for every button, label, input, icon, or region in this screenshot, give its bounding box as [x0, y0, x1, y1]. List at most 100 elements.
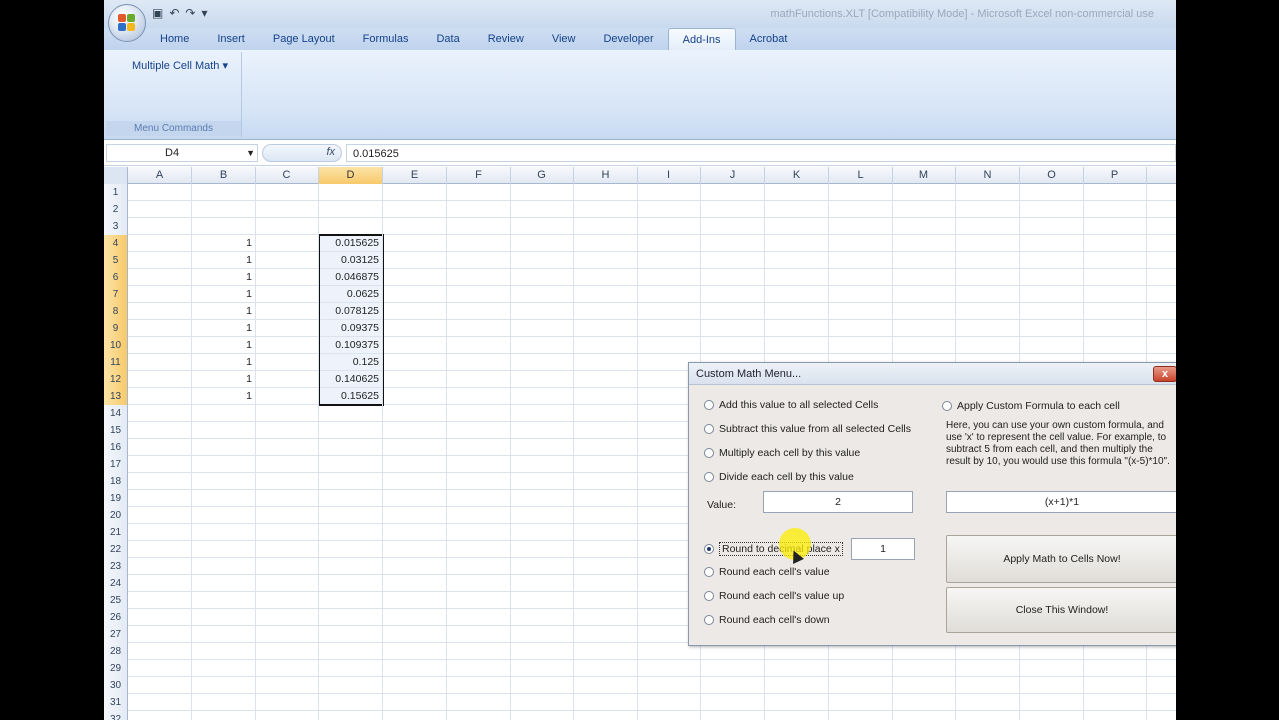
save-icon[interactable]: ▣	[152, 6, 163, 20]
tab-insert[interactable]: Insert	[203, 28, 259, 50]
column-header-f[interactable]: F	[447, 167, 511, 184]
tab-home[interactable]: Home	[146, 28, 203, 50]
radio-multiply[interactable]	[704, 448, 714, 458]
row-header[interactable]: 24	[104, 575, 128, 592]
radio-round-decimal[interactable]	[704, 544, 714, 554]
option-round-up[interactable]: Round each cell's value up	[704, 590, 844, 602]
select-all-corner[interactable]	[104, 167, 128, 184]
row-header[interactable]: 14	[104, 405, 128, 422]
row-header[interactable]: 18	[104, 473, 128, 490]
option-divide[interactable]: Divide each cell by this value	[704, 471, 854, 483]
redo-icon[interactable]: ↷	[185, 6, 195, 20]
column-header-m[interactable]: M	[892, 167, 956, 184]
row-header[interactable]: 19	[104, 490, 128, 507]
option-subtract[interactable]: Subtract this value from all selected Ce…	[704, 423, 911, 435]
value-input[interactable]: 2	[763, 491, 913, 513]
cell-d9[interactable]: 0.09375	[319, 320, 382, 336]
cell-d5[interactable]: 0.03125	[319, 252, 382, 268]
cell-b12[interactable]: 1	[192, 371, 255, 387]
undo-icon[interactable]: ↶	[169, 6, 179, 20]
column-header-d[interactable]: D	[319, 167, 383, 184]
row-header[interactable]: 3	[104, 218, 128, 235]
name-box[interactable]: D4 ▼	[106, 144, 258, 162]
option-round-decimal[interactable]: Round to decimal place x	[704, 542, 843, 556]
column-header-c[interactable]: C	[255, 167, 319, 184]
close-window-button[interactable]: Close This Window!	[946, 587, 1176, 633]
row-header[interactable]: 8	[104, 303, 128, 320]
column-header-a[interactable]: A	[128, 167, 192, 184]
chevron-down-icon[interactable]: ▼	[246, 145, 255, 161]
cell-b8[interactable]: 1	[192, 303, 255, 319]
cell-d7[interactable]: 0.0625	[319, 286, 382, 302]
radio-round-down[interactable]	[704, 615, 714, 625]
row-header[interactable]: 28	[104, 643, 128, 660]
row-header[interactable]: 13	[104, 388, 128, 405]
row-header[interactable]: 31	[104, 694, 128, 711]
formula-input[interactable]: 0.015625	[346, 144, 1176, 162]
close-icon[interactable]: x	[1153, 366, 1176, 382]
row-header[interactable]: 15	[104, 422, 128, 439]
row-header[interactable]: 27	[104, 626, 128, 643]
radio-add[interactable]	[704, 400, 714, 410]
column-header-h[interactable]: H	[574, 167, 638, 184]
cell-b13[interactable]: 1	[192, 388, 255, 404]
tab-review[interactable]: Review	[474, 28, 538, 50]
column-header-i[interactable]: I	[637, 167, 701, 184]
column-header-o[interactable]: O	[1020, 167, 1084, 184]
column-header-l[interactable]: L	[829, 167, 893, 184]
row-header[interactable]: 22	[104, 541, 128, 558]
row-header[interactable]: 32	[104, 711, 128, 720]
multiple-cell-math-button[interactable]: Multiple Cell Math ▾	[132, 59, 228, 72]
office-button[interactable]	[108, 4, 146, 42]
tab-developer[interactable]: Developer	[589, 28, 667, 50]
column-header-p[interactable]: P	[1083, 167, 1147, 184]
tab-acrobat[interactable]: Acrobat	[736, 28, 802, 50]
row-header[interactable]: 2	[104, 201, 128, 218]
cell-d11[interactable]: 0.125	[319, 354, 382, 370]
tab-formulas[interactable]: Formulas	[349, 28, 423, 50]
decimal-places-input[interactable]: 1	[851, 538, 915, 560]
cell-b9[interactable]: 1	[192, 320, 255, 336]
row-header[interactable]: 26	[104, 609, 128, 626]
row-header[interactable]: 11	[104, 354, 128, 371]
cell-b11[interactable]: 1	[192, 354, 255, 370]
column-header-n[interactable]: N	[956, 167, 1020, 184]
option-multiply[interactable]: Multiply each cell by this value	[704, 447, 860, 459]
cell-d6[interactable]: 0.046875	[319, 269, 382, 285]
tab-data[interactable]: Data	[422, 28, 473, 50]
cell-d10[interactable]: 0.109375	[319, 337, 382, 353]
cell-b5[interactable]: 1	[192, 252, 255, 268]
radio-round-value[interactable]	[704, 567, 714, 577]
row-header[interactable]: 20	[104, 507, 128, 524]
row-header[interactable]: 10	[104, 337, 128, 354]
option-custom-formula[interactable]: Apply Custom Formula to each cell	[942, 400, 1120, 412]
row-header[interactable]: 9	[104, 320, 128, 337]
cell-b10[interactable]: 1	[192, 337, 255, 353]
cell-d13[interactable]: 0.15625	[319, 388, 382, 404]
column-header-j[interactable]: J	[701, 167, 765, 184]
option-add[interactable]: Add this value to all selected Cells	[704, 399, 878, 411]
cell-d8[interactable]: 0.078125	[319, 303, 382, 319]
row-header[interactable]: 30	[104, 677, 128, 694]
cell-d4[interactable]: 0.015625	[319, 235, 382, 251]
column-header-b[interactable]: B	[192, 167, 256, 184]
row-header[interactable]: 6	[104, 269, 128, 286]
cell-b6[interactable]: 1	[192, 269, 255, 285]
cell-b7[interactable]: 1	[192, 286, 255, 302]
tab-add-ins[interactable]: Add-Ins	[667, 28, 736, 50]
customize-icon[interactable]: ▾	[201, 6, 207, 20]
cell-b4[interactable]: 1	[192, 235, 255, 251]
row-header[interactable]: 23	[104, 558, 128, 575]
apply-math-button[interactable]: Apply Math to Cells Now!	[946, 535, 1176, 583]
row-header[interactable]: 12	[104, 371, 128, 388]
radio-subtract[interactable]	[704, 424, 714, 434]
row-header[interactable]: 7	[104, 286, 128, 303]
tab-view[interactable]: View	[538, 28, 590, 50]
option-round-value[interactable]: Round each cell's value	[704, 566, 830, 578]
column-header-e[interactable]: E	[383, 167, 447, 184]
radio-custom-formula[interactable]	[942, 401, 952, 411]
row-header[interactable]: 25	[104, 592, 128, 609]
row-header[interactable]: 1	[104, 184, 128, 201]
row-header[interactable]: 29	[104, 660, 128, 677]
formula-input-box[interactable]: (x+1)*1	[946, 491, 1176, 513]
